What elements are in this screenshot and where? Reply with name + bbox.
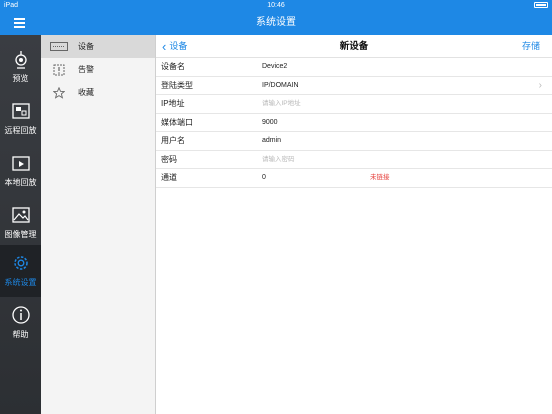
main-sidebar: 预览 远程回放 本地回放 图像管理 系统设置 帮助 [0, 35, 41, 414]
login-type-select[interactable]: IP/DOMAIN [262, 77, 299, 95]
field-channel[interactable]: 通道 0 未链接 [156, 169, 552, 188]
image-icon [11, 207, 30, 223]
chevron-right-icon: › [538, 79, 542, 91]
sidebar-item-remote-playback[interactable]: 远程回放 [0, 93, 41, 145]
channel-status-text: 未链接 [370, 174, 390, 181]
info-icon [11, 306, 30, 324]
submenu-item-device[interactable]: 设备 [41, 35, 155, 58]
sidebar-item-label: 帮助 [12, 330, 29, 339]
sidebar-item-label: 本地回放 [4, 178, 37, 187]
content-header: ‹ 设备 新设备 存储 [156, 35, 552, 58]
submenu-item-alarm[interactable]: 告警 [41, 58, 155, 81]
password-input[interactable]: 请输入密码 [262, 151, 295, 169]
save-button[interactable]: 存储 [522, 35, 540, 58]
sidebar-item-help[interactable]: 帮助 [0, 297, 41, 349]
field-label: 用户名 [161, 136, 185, 145]
settings-gear-icon [13, 256, 28, 270]
battery-icon [534, 0, 548, 8]
sidebar-item-preview[interactable]: 预览 [0, 41, 41, 93]
sidebar-item-image-management[interactable]: 图像管理 [0, 197, 41, 249]
submenu-item-label: 告警 [78, 65, 94, 74]
field-media-port[interactable]: 媒体端口 9000 [156, 114, 552, 132]
remote-playback-icon [11, 103, 30, 119]
camera-icon [14, 51, 27, 69]
device-name-input[interactable]: Device2 [262, 58, 287, 76]
device-icon [49, 41, 69, 53]
local-playback-icon [11, 156, 30, 171]
sidebar-item-label: 图像管理 [4, 230, 37, 239]
sidebar-item-system-settings[interactable]: 系统设置 [0, 245, 41, 297]
sidebar-item-label: 预览 [12, 74, 29, 83]
field-label: 媒体端口 [161, 117, 193, 127]
field-username[interactable]: 用户名 admin [156, 132, 552, 151]
sidebar-item-label: 远程回放 [4, 126, 37, 135]
field-label: 密码 [161, 154, 177, 164]
app-header: 系统设置 [0, 11, 552, 35]
field-ip-address[interactable]: IP地址 请输入IP地址 [156, 95, 552, 114]
star-icon [49, 86, 69, 99]
field-label: 通道 [161, 173, 177, 182]
field-label: IP地址 [161, 99, 185, 108]
submenu-item-label: 设备 [78, 42, 94, 51]
field-label: 设备名 [161, 62, 185, 71]
field-device-name[interactable]: 设备名 Device2 [156, 58, 552, 77]
page-title: 系统设置 [256, 17, 296, 28]
alarm-icon [49, 64, 69, 76]
ip-address-input[interactable]: 请输入IP地址 [262, 95, 301, 113]
channel-input[interactable]: 0 [262, 169, 266, 187]
field-login-type[interactable]: 登陆类型 IP/DOMAIN › [156, 77, 552, 95]
status-bar: iPad 10:46 [0, 0, 552, 11]
field-label: 登陆类型 [161, 80, 193, 90]
settings-submenu: 设备 告警 收藏 [41, 35, 156, 414]
sidebar-item-local-playback[interactable]: 本地回放 [0, 145, 41, 197]
clock: 10:46 [267, 2, 285, 9]
submenu-item-favorites[interactable]: 收藏 [41, 81, 155, 104]
submenu-item-label: 收藏 [78, 88, 94, 97]
media-port-input[interactable]: 9000 [262, 114, 278, 132]
field-password[interactable]: 密码 请输入密码 [156, 151, 552, 169]
panel-title: 新设备 [339, 41, 369, 52]
sidebar-item-label: 系统设置 [4, 278, 37, 287]
username-input[interactable]: admin [262, 132, 281, 150]
new-device-panel: ‹ 设备 新设备 存储 设备名 Device2 登陆类型 IP/DOMAIN ›… [156, 35, 552, 414]
